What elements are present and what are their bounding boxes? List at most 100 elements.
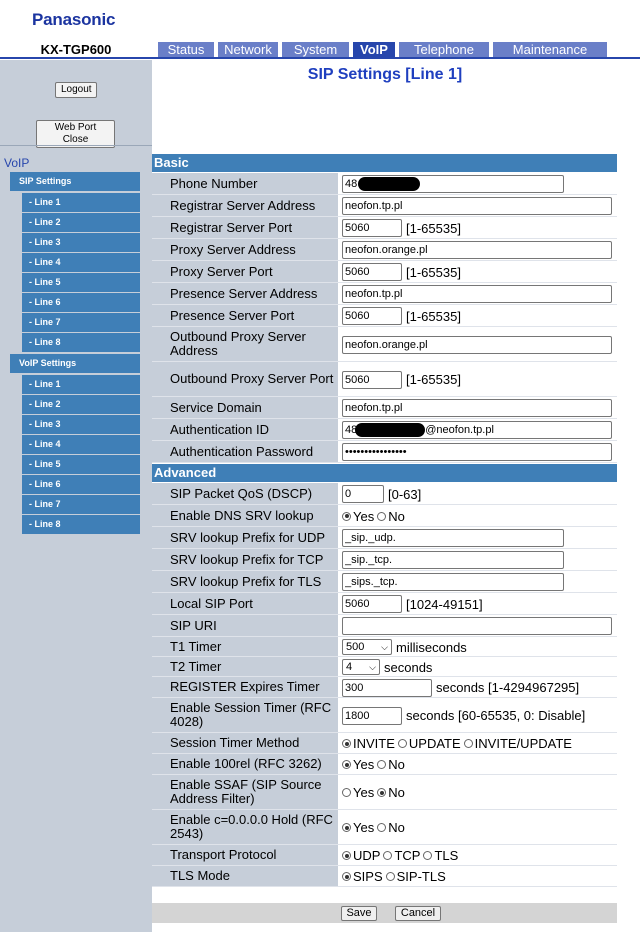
tab-system[interactable]: System: [282, 42, 349, 58]
sip-uri-input[interactable]: [342, 617, 612, 635]
hold-label: Enable c=0.0.0.0 Hold (RFC 2543): [167, 810, 353, 844]
hold-yes-radio[interactable]: Yes: [342, 820, 374, 835]
transport-tcp-radio[interactable]: TCP: [383, 848, 420, 863]
dns-srv-no-radio[interactable]: No: [377, 509, 405, 524]
row-tls-mode: TLS Mode SIPS SIP-TLS: [152, 866, 617, 887]
sidebar-voip-line-8[interactable]: - Line 8: [22, 515, 140, 534]
qos-input[interactable]: [342, 485, 384, 503]
sidebar-section-voip: VoIP: [4, 156, 30, 170]
service-domain-input[interactable]: [342, 399, 612, 417]
presence-address-input[interactable]: [342, 285, 612, 303]
section-header-basic: Basic: [152, 154, 617, 172]
row-auth-id: Authentication ID 48 @neofon.tp.pl: [152, 419, 617, 441]
sidebar-voip-line-4[interactable]: - Line 4: [22, 435, 140, 454]
sidebar-sip-line-8[interactable]: - Line 8: [22, 333, 140, 352]
srv-udp-label: SRV lookup Prefix for UDP: [167, 527, 353, 548]
srv-tcp-input[interactable]: [342, 551, 564, 569]
srv-tls-input[interactable]: [342, 573, 564, 591]
sidebar-voip-line-6[interactable]: - Line 6: [22, 475, 140, 494]
local-port-input[interactable]: [342, 595, 402, 613]
method-invite-update-radio[interactable]: INVITE/UPDATE: [463, 736, 572, 751]
tab-status[interactable]: Status: [158, 42, 214, 58]
tab-maintenance[interactable]: Maintenance: [493, 42, 607, 58]
t1-timer-select[interactable]: 500 ⌵: [342, 639, 392, 655]
row-outbound-port: Outbound Proxy Server Port [1-65535]: [152, 362, 617, 397]
main-tabs: Status Network System VoIP Telephone Mai…: [158, 42, 611, 58]
hold-no-radio[interactable]: No: [377, 820, 405, 835]
tls-mode-label: TLS Mode: [167, 866, 353, 886]
proxy-port-input[interactable]: [342, 263, 402, 281]
row-outbound-address: Outbound Proxy Server Address: [152, 327, 617, 362]
transport-label: Transport Protocol: [167, 845, 353, 865]
outbound-address-input[interactable]: [342, 335, 612, 354]
sidebar: Logout Web Port Close VoIP SIP Settings …: [0, 60, 152, 932]
register-timer-label: REGISTER Expires Timer: [167, 677, 353, 697]
sidebar-voip-line-1[interactable]: - Line 1: [22, 375, 140, 394]
method-invite-radio[interactable]: INVITE: [342, 736, 395, 751]
tab-voip[interactable]: VoIP: [353, 42, 395, 58]
srv-udp-input[interactable]: [342, 529, 564, 547]
ssaf-yes-radio[interactable]: Yes: [342, 785, 374, 800]
session-method-label: Session Timer Method: [167, 733, 353, 753]
row-proxy-address: Proxy Server Address: [152, 239, 617, 261]
sidebar-voip-settings[interactable]: VoIP Settings: [10, 354, 140, 373]
tab-telephone[interactable]: Telephone: [399, 42, 489, 58]
sidebar-sip-line-7[interactable]: - Line 7: [22, 313, 140, 332]
auth-password-input[interactable]: [342, 443, 612, 461]
row-register-timer: REGISTER Expires Timer seconds [1-429496…: [152, 677, 617, 698]
dns-srv-label: Enable DNS SRV lookup: [167, 505, 353, 526]
qos-label: SIP Packet QoS (DSCP): [167, 483, 353, 504]
row-presence-port: Presence Server Port [1-65535]: [152, 305, 617, 327]
tls-sip-tls-radio[interactable]: SIP-TLS: [385, 869, 446, 884]
brand-logo: Panasonic: [32, 10, 116, 29]
tls-sips-radio[interactable]: SIPS: [342, 869, 383, 884]
phone-number-input[interactable]: 48: [342, 175, 564, 193]
transport-udp-radio[interactable]: UDP: [342, 848, 380, 863]
row-service-domain: Service Domain: [152, 397, 617, 419]
presence-port-input[interactable]: [342, 307, 402, 325]
dns-srv-yes-radio[interactable]: Yes: [342, 509, 374, 524]
save-button[interactable]: Save: [341, 906, 377, 921]
logout-button[interactable]: Logout: [55, 82, 97, 98]
sidebar-voip-line-3[interactable]: - Line 3: [22, 415, 140, 434]
sidebar-sip-line-1[interactable]: - Line 1: [22, 193, 140, 212]
sidebar-voip-line-5[interactable]: - Line 5: [22, 455, 140, 474]
proxy-port-label: Proxy Server Port: [167, 261, 353, 282]
rel100-label: Enable 100rel (RFC 3262): [167, 754, 353, 774]
sidebar-sip-settings[interactable]: SIP Settings: [10, 172, 140, 191]
local-port-label: Local SIP Port: [167, 593, 353, 614]
presence-address-label: Presence Server Address: [167, 283, 353, 304]
sidebar-sip-line-3[interactable]: - Line 3: [22, 233, 140, 252]
srv-tls-label: SRV lookup Prefix for TLS: [167, 571, 353, 592]
sidebar-sip-line-2[interactable]: - Line 2: [22, 213, 140, 232]
service-domain-label: Service Domain: [167, 397, 353, 418]
sidebar-voip-line-7[interactable]: - Line 7: [22, 495, 140, 514]
method-update-radio[interactable]: UPDATE: [397, 736, 461, 751]
session-timer-input[interactable]: [342, 706, 402, 725]
bottom-button-bar: Save Cancel: [152, 903, 617, 923]
rel100-yes-radio[interactable]: Yes: [342, 757, 374, 772]
sidebar-sip-line-5[interactable]: - Line 5: [22, 273, 140, 292]
row-srv-udp: SRV lookup Prefix for UDP: [152, 527, 617, 549]
outbound-port-input[interactable]: [342, 370, 402, 389]
register-timer-input[interactable]: [342, 678, 432, 697]
ssaf-no-radio[interactable]: No: [377, 785, 405, 800]
auth-id-input[interactable]: 48 @neofon.tp.pl: [342, 421, 612, 439]
sidebar-voip-line-2[interactable]: - Line 2: [22, 395, 140, 414]
rel100-no-radio[interactable]: No: [377, 757, 405, 772]
registrar-address-input[interactable]: [342, 197, 612, 215]
transport-tls-radio[interactable]: TLS: [423, 848, 458, 863]
registrar-port-input[interactable]: [342, 219, 402, 237]
t2-timer-select[interactable]: 4 ⌵: [342, 659, 380, 675]
proxy-address-label: Proxy Server Address: [167, 239, 353, 260]
qos-range: [0-63]: [388, 486, 422, 502]
phone-number-label: Phone Number: [167, 173, 353, 194]
local-port-range: [1024-49151]: [406, 596, 483, 612]
proxy-address-input[interactable]: [342, 241, 612, 259]
section-header-advanced: Advanced: [152, 464, 617, 482]
sidebar-sip-line-4[interactable]: - Line 4: [22, 253, 140, 272]
web-port-close-button[interactable]: Web Port Close: [36, 120, 115, 148]
cancel-button[interactable]: Cancel: [395, 906, 441, 921]
sidebar-sip-line-6[interactable]: - Line 6: [22, 293, 140, 312]
tab-network[interactable]: Network: [218, 42, 278, 58]
